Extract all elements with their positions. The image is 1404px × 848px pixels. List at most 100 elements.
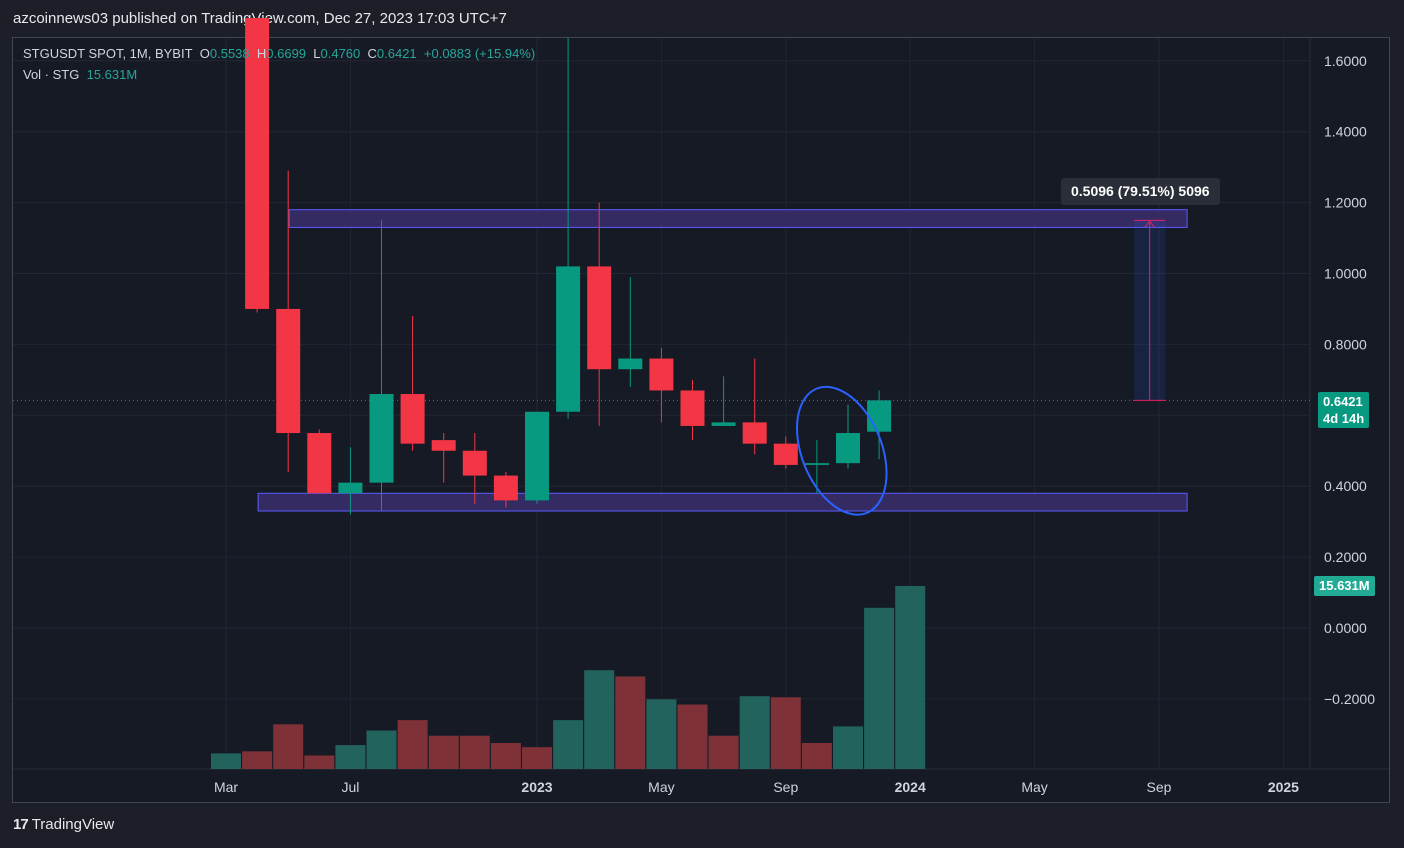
candle-body — [773, 443, 798, 465]
high-value: 0.6699 — [266, 46, 307, 61]
measure-tooltip: 0.5096 (79.51%) 5096 — [1061, 178, 1220, 205]
candle-body — [493, 475, 518, 501]
resistance-zone — [288, 209, 1188, 228]
volume-bar — [459, 735, 490, 769]
symbol-label: STGUSDT SPOT, 1M, BYBIT — [23, 46, 193, 61]
candle-body — [742, 422, 767, 444]
zones — [257, 209, 1188, 512]
volume-bar — [646, 699, 677, 769]
candle — [773, 436, 798, 469]
low-label: L — [313, 46, 321, 61]
candle-body — [525, 411, 549, 501]
candle-body — [431, 440, 456, 451]
candle — [836, 404, 860, 469]
last-price-value: 0.6421 — [1323, 394, 1363, 409]
volume-value: 15.631M — [86, 67, 138, 82]
volume-bar — [366, 730, 397, 769]
time-axis: Mar Jul 2023 May Sep 2024 May Sep 2025 — [214, 779, 1299, 795]
time-tick-label: 2025 — [1268, 779, 1299, 795]
price-tick-label: 0.0000 — [1324, 620, 1367, 636]
close-label: C — [367, 46, 377, 61]
candle-body — [338, 482, 363, 494]
volume-bar — [397, 720, 428, 769]
high-label: H — [256, 46, 267, 61]
volume-bar — [428, 735, 459, 769]
low-value: 0.4760 — [320, 46, 361, 61]
candle — [431, 433, 456, 483]
candle — [867, 390, 892, 460]
candle — [525, 411, 549, 504]
price-tick-label: 1.2000 — [1324, 195, 1367, 211]
price-tick-label: 0.4000 — [1324, 478, 1367, 494]
candle — [649, 347, 674, 423]
candle-body — [680, 390, 705, 426]
price-tick-label: 0.8000 — [1324, 336, 1367, 352]
volume-bar — [522, 747, 552, 769]
candle-body — [618, 358, 643, 370]
volume-bar — [335, 745, 366, 769]
candle-body — [649, 358, 674, 391]
support-zone — [257, 492, 1188, 512]
volume-bar — [739, 696, 770, 769]
ohlc-legend: STGUSDT SPOT, 1M, BYBIT O0.5538 H0.6699 … — [23, 46, 535, 61]
tradingview-logo-icon: 17 — [13, 816, 29, 833]
volume-bar — [211, 753, 241, 769]
candle-body — [867, 400, 892, 432]
open-value: 0.5538 — [209, 46, 250, 61]
candle — [618, 277, 643, 387]
volume-bar — [801, 743, 832, 769]
volume-bars — [211, 585, 926, 769]
candle-body — [369, 394, 394, 483]
candle-body — [245, 18, 270, 309]
price-tick-label: 0.2000 — [1324, 549, 1367, 565]
time-tick-label: May — [648, 779, 674, 795]
footer-brand: TradingView — [31, 816, 115, 833]
time-tick-label: Mar — [214, 779, 238, 795]
candle — [400, 316, 425, 451]
time-tick-label: Jul — [341, 779, 359, 795]
tradingview-footer: 17 TradingView — [13, 816, 114, 833]
candles — [245, 18, 892, 515]
price-tick-label: 1.0000 — [1324, 266, 1367, 282]
volume-bar — [273, 724, 304, 769]
time-tick-label: May — [1021, 779, 1047, 795]
candle — [556, 38, 581, 419]
open-label: O — [199, 46, 210, 61]
time-tick-label: 2023 — [521, 779, 552, 795]
volume-bar — [864, 607, 895, 769]
change-value: +0.0883 (+15.94%) — [423, 46, 536, 61]
candle-body — [836, 433, 860, 464]
candle-body — [804, 463, 829, 465]
volume-bar — [242, 751, 273, 769]
price-tick-label: 1.6000 — [1324, 53, 1367, 69]
candle-body — [711, 422, 736, 426]
volume-bar — [304, 755, 335, 769]
candle-body — [462, 450, 487, 476]
candle-body — [587, 266, 612, 370]
candle — [587, 202, 612, 426]
candle — [245, 18, 270, 313]
volume-bar — [677, 704, 708, 769]
volume-bar — [490, 743, 521, 769]
time-tick-label: Sep — [1147, 779, 1172, 795]
price-axis: 1.6000 1.4000 1.2000 1.0000 0.8000 0.4000 0.20… — [1324, 53, 1375, 707]
volume-tag: 15.631M — [1314, 576, 1375, 596]
price-tick-label: 1.4000 — [1324, 124, 1367, 140]
candle — [307, 429, 332, 494]
candle — [804, 440, 829, 494]
close-value: 0.6421 — [376, 46, 417, 61]
candlestick-chart[interactable]: 1.6000 1.4000 1.2000 1.0000 0.8000 0.4000 0.20… — [0, 0, 1404, 848]
time-tick-label: Sep — [773, 779, 798, 795]
bar-countdown: 4d 14h — [1323, 411, 1365, 426]
volume-bar — [833, 726, 863, 769]
candle — [711, 376, 736, 426]
volume-bar — [770, 697, 801, 769]
candle — [369, 220, 394, 512]
candle-body — [556, 266, 581, 412]
volume-bar — [708, 735, 739, 769]
candle-body — [307, 433, 332, 494]
volume-bar — [584, 670, 615, 769]
price-tick-label: −0.2000 — [1324, 691, 1375, 707]
candle-body — [276, 308, 301, 434]
candle — [680, 379, 705, 441]
